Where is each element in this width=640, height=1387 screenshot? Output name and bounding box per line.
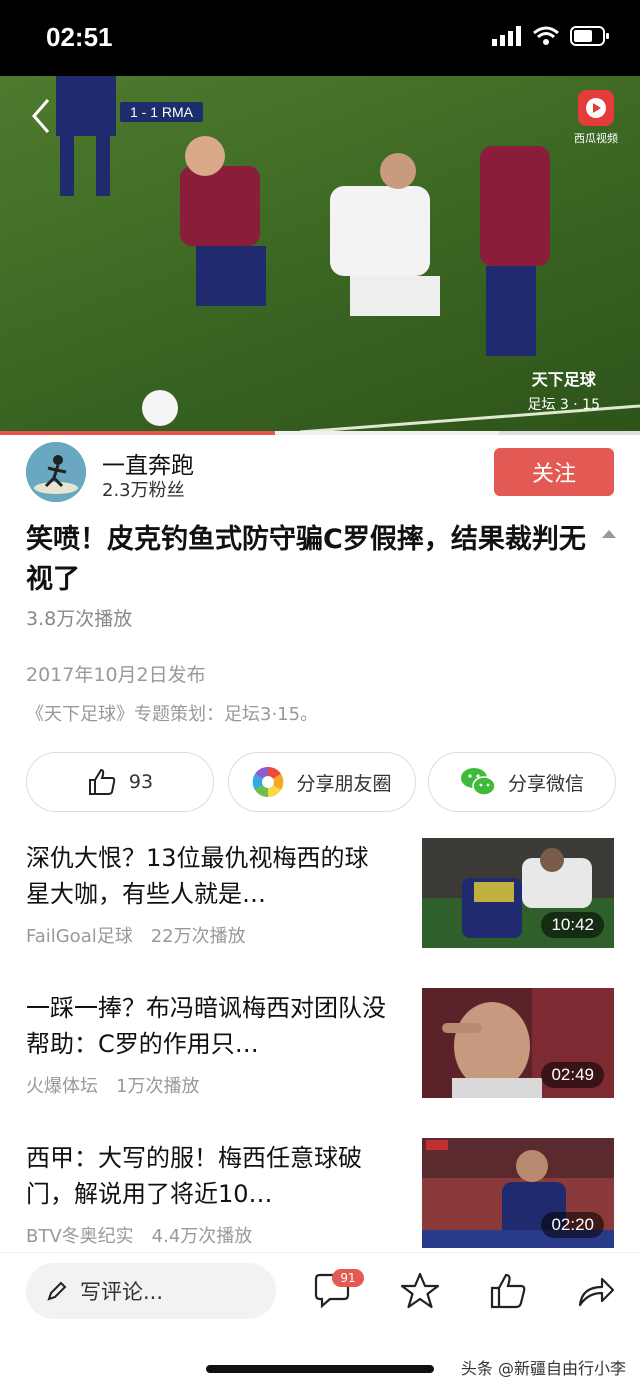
follow-button[interactable]: 关注 bbox=[494, 448, 614, 496]
video-duration: 10:42 bbox=[541, 912, 604, 938]
feed-plays: 22万次播放 bbox=[150, 926, 246, 947]
collapse-arrow-icon[interactable] bbox=[602, 530, 616, 538]
feed-meta: BTV冬奥纪实 4.4万次播放 bbox=[26, 1222, 252, 1248]
list-item[interactable]: 一踩一捧？布冯暗讽梅西对团队没帮助：C罗的作用只… 火爆体坛 1万次播放 02:4… bbox=[26, 988, 616, 1102]
bottom-bar: 写评论... 91 头条 @新疆自由行小李 bbox=[0, 1252, 640, 1387]
status-icons bbox=[492, 26, 610, 46]
video-progress-fill bbox=[0, 431, 276, 435]
comment-count-badge: 91 bbox=[332, 1269, 364, 1287]
feed-title: 一踩一捧？布冯暗讽梅西对团队没帮助：C罗的作用只… bbox=[26, 994, 386, 1058]
cellular-signal-icon bbox=[492, 26, 521, 46]
video-description: 《天下足球》专题策划：足坛3·15。 bbox=[26, 704, 319, 725]
star-icon[interactable] bbox=[400, 1271, 440, 1311]
feed-source: FailGoal足球 bbox=[26, 926, 133, 947]
share-moments-button[interactable]: 分享朋友圈 bbox=[228, 752, 416, 812]
score-overlay: 1 - 1 RMA bbox=[120, 102, 204, 122]
wechat-icon bbox=[460, 768, 496, 796]
battery-icon bbox=[570, 26, 609, 46]
comment-placeholder: 写评论... bbox=[80, 1280, 164, 1304]
like-count: 93 bbox=[128, 771, 154, 793]
source-watermark: 头条 @新疆自由行小李 bbox=[460, 1359, 626, 1378]
author-name[interactable]: 一直奔跑 bbox=[102, 446, 194, 480]
feed-meta: FailGoal足球 22万次播放 bbox=[26, 922, 246, 948]
share-wechat-label: 分享微信 bbox=[507, 772, 584, 795]
xigua-logo-icon bbox=[578, 90, 614, 126]
fan-count: 2.3万粉丝 bbox=[102, 480, 185, 501]
author-row: 一直奔跑 2.3万粉丝 关注 bbox=[26, 442, 616, 504]
publish-date: 2017年10月2日发布 bbox=[26, 664, 206, 686]
list-item[interactable]: 西甲：大写的服！梅西任意球破门，解说用了将近10… BTV冬奥纪实 4.4万次播放… bbox=[26, 1138, 616, 1252]
feed-plays: 4.4万次播放 bbox=[151, 1226, 253, 1247]
feed-source: 火爆体坛 bbox=[26, 1076, 98, 1097]
video-buffer bbox=[275, 431, 500, 435]
share-icon[interactable] bbox=[576, 1271, 616, 1311]
xigua-brand: 西瓜视频 bbox=[566, 90, 626, 146]
program-watermark: 天下足球 足坛 3 · 15 bbox=[527, 366, 600, 414]
feed-plays: 1万次播放 bbox=[116, 1076, 200, 1097]
thumbs-up-icon[interactable] bbox=[488, 1271, 528, 1311]
video-duration: 02:20 bbox=[541, 1212, 604, 1238]
list-item[interactable]: 深仇大恨？13位最仇视梅西的球星大咖，有些人就是… FailGoal足球 22万次… bbox=[26, 838, 616, 952]
feed-title: 深仇大恨？13位最仇视梅西的球星大咖，有些人就是… bbox=[26, 844, 369, 908]
action-row: 93 分享朋友圈 分享微信 bbox=[26, 752, 616, 814]
status-bar: 02:51 bbox=[0, 0, 640, 76]
moments-icon bbox=[253, 766, 284, 798]
thumbs-up-icon bbox=[88, 768, 116, 795]
pen-icon bbox=[47, 1281, 67, 1301]
video-duration: 02:49 bbox=[541, 1062, 604, 1088]
like-button[interactable]: 93 bbox=[26, 752, 214, 812]
feed-thumbnail[interactable]: 10:42 bbox=[422, 838, 614, 948]
video-title: 笑喷！皮克钓鱼式防守骗C罗假摔，结果裁判无视了 bbox=[26, 524, 586, 595]
comment-input[interactable]: 写评论... bbox=[26, 1263, 276, 1319]
status-time: 02:51 bbox=[46, 22, 113, 52]
home-indicator[interactable] bbox=[206, 1365, 434, 1373]
program-subtitle: 足坛 3 · 15 bbox=[527, 397, 600, 413]
wifi-icon bbox=[533, 26, 559, 45]
share-moments-label: 分享朋友圈 bbox=[296, 772, 392, 795]
avatar[interactable] bbox=[26, 442, 86, 502]
program-title: 天下足球 bbox=[531, 370, 596, 389]
feed-source: BTV冬奥纪实 bbox=[26, 1226, 134, 1247]
play-count: 3.8万次播放 bbox=[26, 608, 133, 630]
video-player[interactable]: 1 - 1 RMA 西瓜视频 天下足球 足坛 3 · 15 bbox=[0, 76, 640, 432]
feed-meta: 火爆体坛 1万次播放 bbox=[26, 1072, 199, 1098]
feed-thumbnail[interactable]: 02:49 bbox=[422, 988, 614, 1098]
feed-thumbnail[interactable]: 02:20 bbox=[422, 1138, 614, 1248]
share-wechat-button[interactable]: 分享微信 bbox=[428, 752, 616, 812]
feed-title: 西甲：大写的服！梅西任意球破门，解说用了将近10… bbox=[26, 1144, 362, 1208]
back-icon[interactable] bbox=[22, 96, 62, 136]
brand-label: 西瓜视频 bbox=[574, 132, 618, 145]
video-progress-bar[interactable] bbox=[0, 431, 640, 435]
